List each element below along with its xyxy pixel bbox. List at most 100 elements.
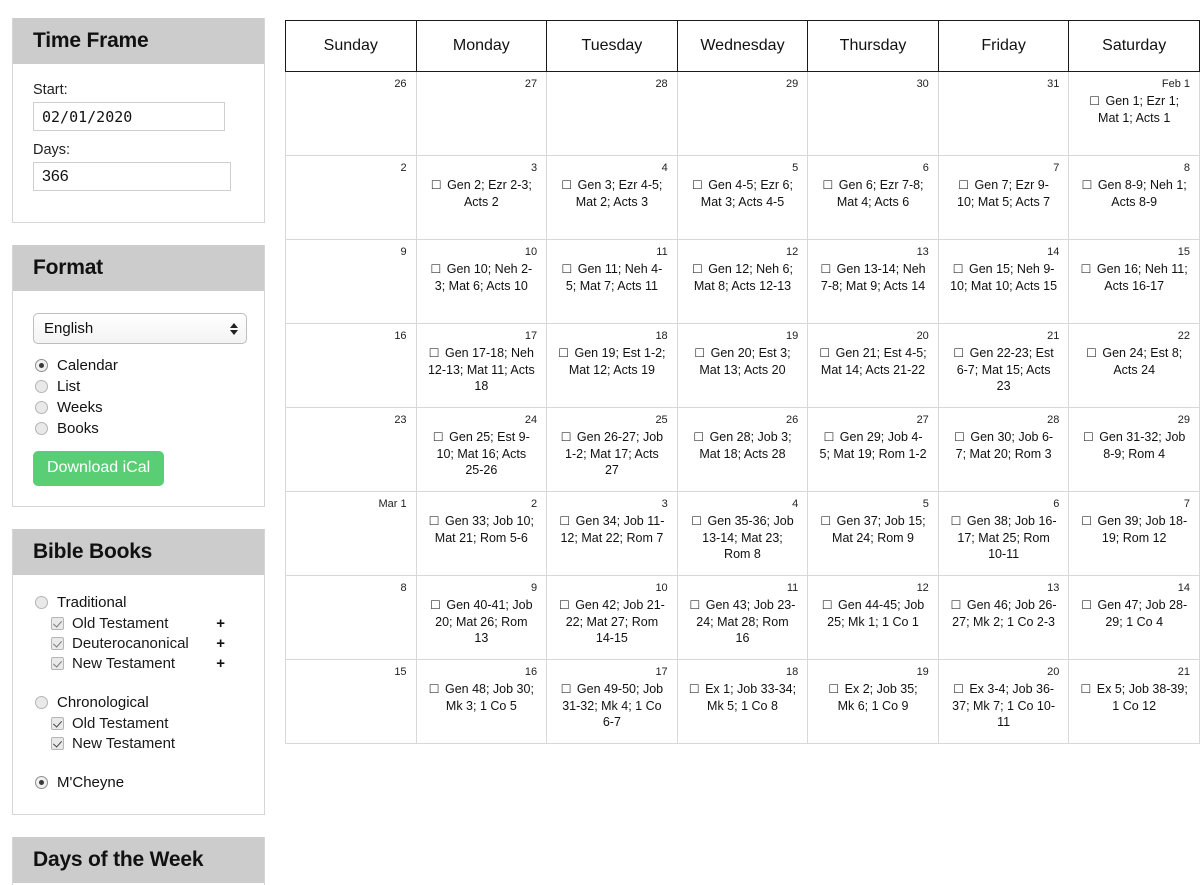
calendar-day-cell[interactable]: 27 ☐ Gen 29; Job 4-5; Mat 19; Rom 1-2 [807, 407, 939, 492]
reading-checkbox-icon[interactable]: ☐ [692, 262, 703, 276]
reading-checkbox-icon[interactable]: ☐ [820, 514, 831, 528]
reading-checkbox-icon[interactable]: ☐ [824, 430, 835, 444]
reading-checkbox-icon[interactable]: ☐ [562, 262, 573, 276]
reading-checkbox-icon[interactable]: ☐ [693, 430, 704, 444]
calendar-day-cell[interactable]: 31 [937, 71, 1070, 156]
calendar-day-cell[interactable]: 25 ☐ Gen 26-27; Job 1-2; Mat 17; Acts 27 [546, 407, 678, 492]
format-option-calendar[interactable]: Calendar [33, 356, 244, 375]
calendar-day-cell[interactable]: 11 ☐ Gen 43; Job 23-24; Mat 28; Rom 16 [676, 575, 809, 660]
calendar-day-cell[interactable]: 3 ☐ Gen 34; Job 11-12; Mat 22; Rom 7 [546, 491, 678, 576]
calendar-day-cell[interactable]: 16 ☐ Gen 48; Job 30; Mk 3; 1 Co 5 [415, 659, 548, 744]
calendar-day-cell[interactable]: 29 [676, 71, 809, 156]
download-ical-button[interactable]: Download iCal [33, 451, 165, 487]
reading-checkbox-icon[interactable]: ☐ [1081, 682, 1092, 696]
checkbox-row-traditional-nt[interactable]: New Testament + [33, 654, 243, 673]
radio-mcheyne[interactable]: M'Cheyne [33, 773, 244, 792]
reading-checkbox-icon[interactable]: ☐ [1083, 430, 1094, 444]
reading-checkbox-icon[interactable]: ☐ [561, 430, 572, 444]
calendar-day-cell[interactable]: 19 ☐ Gen 20; Est 3; Mat 13; Acts 20 [676, 323, 809, 408]
reading-checkbox-icon[interactable]: ☐ [819, 346, 830, 360]
checkbox-row-chronological-nt[interactable]: New Testament [33, 734, 243, 753]
calendar-day-cell[interactable]: 20 ☐ Gen 21; Est 4-5; Mat 14; Acts 21-22 [807, 323, 939, 408]
reading-checkbox-icon[interactable]: ☐ [559, 514, 570, 528]
format-option-weeks[interactable]: Weeks [33, 398, 244, 417]
reading-checkbox-icon[interactable]: ☐ [953, 682, 964, 696]
calendar-day-cell[interactable]: 13 ☐ Gen 46; Job 26-27; Mk 2; 1 Co 2-3 [937, 575, 1070, 660]
reading-checkbox-icon[interactable]: ☐ [430, 262, 441, 276]
calendar-day-cell[interactable]: 13 ☐ Gen 13-14; Neh 7-8; Mat 9; Acts 14 [807, 239, 939, 324]
calendar-day-cell[interactable]: 28 ☐ Gen 30; Job 6-7; Mat 20; Rom 3 [937, 407, 1070, 492]
reading-checkbox-icon[interactable]: ☐ [561, 682, 572, 696]
reading-checkbox-icon[interactable]: ☐ [692, 178, 703, 192]
calendar-day-cell[interactable]: 24 ☐ Gen 25; Est 9-10; Mat 16; Acts 25-26 [415, 407, 548, 492]
reading-checkbox-icon[interactable]: ☐ [951, 598, 962, 612]
calendar-day-cell[interactable]: 14 ☐ Gen 15; Neh 9-10; Mat 10; Acts 15 [937, 239, 1070, 324]
reading-checkbox-icon[interactable]: ☐ [953, 346, 964, 360]
checkbox-row-chronological-ot[interactable]: Old Testament [33, 714, 243, 733]
calendar-day-cell[interactable]: 23 [285, 407, 417, 492]
reading-checkbox-icon[interactable]: ☐ [1082, 178, 1093, 192]
calendar-day-cell[interactable]: 3 ☐ Gen 2; Ezr 2-3; Acts 2 [415, 155, 548, 240]
calendar-day-cell[interactable]: 10 ☐ Gen 42; Job 21-22; Mat 27; Rom 14-15 [546, 575, 678, 660]
reading-checkbox-icon[interactable]: ☐ [694, 346, 705, 360]
reading-checkbox-icon[interactable]: ☐ [431, 178, 442, 192]
reading-checkbox-icon[interactable]: ☐ [429, 346, 440, 360]
calendar-day-cell[interactable]: 7 ☐ Gen 7; Ezr 9-10; Mat 5; Acts 7 [937, 155, 1070, 240]
calendar-day-cell[interactable]: 14 ☐ Gen 47; Job 28-29; 1 Co 4 [1068, 575, 1200, 660]
reading-checkbox-icon[interactable]: ☐ [1081, 262, 1092, 276]
calendar-day-cell[interactable]: 5 ☐ Gen 4-5; Ezr 6; Mat 3; Acts 4-5 [676, 155, 809, 240]
calendar-day-cell[interactable]: 15 [285, 659, 417, 744]
reading-checkbox-icon[interactable]: ☐ [828, 682, 839, 696]
reading-checkbox-icon[interactable]: ☐ [433, 430, 444, 444]
calendar-day-cell[interactable]: 2 ☐ Gen 33; Job 10; Mat 21; Rom 5-6 [415, 491, 548, 576]
start-date-input[interactable] [33, 102, 225, 132]
calendar-day-cell[interactable]: 15 ☐ Gen 16; Neh 11; Acts 16-17 [1068, 239, 1200, 324]
calendar-day-cell[interactable]: 16 [285, 323, 417, 408]
calendar-day-cell[interactable]: 17 ☐ Gen 49-50; Job 31-32; Mk 4; 1 Co 6-7 [546, 659, 678, 744]
calendar-day-cell[interactable]: 30 [807, 71, 939, 156]
calendar-day-cell[interactable]: 10 ☐ Gen 10; Neh 2-3; Mat 6; Acts 10 [415, 239, 548, 324]
calendar-day-cell[interactable]: 20 ☐ Ex 3-4; Job 36-37; Mk 7; 1 Co 10-11 [937, 659, 1070, 744]
reading-checkbox-icon[interactable]: ☐ [559, 598, 570, 612]
reading-checkbox-icon[interactable]: ☐ [820, 262, 831, 276]
calendar-day-cell[interactable]: 8 ☐ Gen 8-9; Neh 1; Acts 8-9 [1068, 155, 1200, 240]
calendar-day-cell[interactable]: 17 ☐ Gen 17-18; Neh 12-13; Mat 11; Acts 1… [415, 323, 548, 408]
reading-checkbox-icon[interactable]: ☐ [429, 514, 440, 528]
reading-checkbox-icon[interactable]: ☐ [430, 598, 441, 612]
expand-plus-icon[interactable]: + [216, 614, 243, 633]
calendar-day-cell[interactable]: Feb 1 ☐ Gen 1; Ezr 1; Mat 1; Acts 1 [1068, 71, 1200, 156]
radio-traditional[interactable]: Traditional [33, 593, 244, 612]
reading-checkbox-icon[interactable]: ☐ [691, 514, 702, 528]
calendar-day-cell[interactable]: 2 [285, 155, 417, 240]
expand-plus-icon[interactable]: + [216, 634, 243, 653]
reading-checkbox-icon[interactable]: ☐ [954, 430, 965, 444]
reading-checkbox-icon[interactable]: ☐ [958, 178, 969, 192]
reading-checkbox-icon[interactable]: ☐ [953, 262, 964, 276]
language-select[interactable]: English [33, 313, 247, 345]
calendar-day-cell[interactable]: 12 ☐ Gen 12; Neh 6; Mat 8; Acts 12-13 [676, 239, 809, 324]
calendar-day-cell[interactable]: 27 [415, 71, 548, 156]
reading-checkbox-icon[interactable]: ☐ [561, 178, 572, 192]
calendar-day-cell[interactable]: 9 [285, 239, 417, 324]
calendar-day-cell[interactable]: 21 ☐ Gen 22-23; Est 6-7; Mat 15; Acts 23 [937, 323, 1070, 408]
days-input[interactable] [33, 162, 231, 192]
reading-checkbox-icon[interactable]: ☐ [429, 682, 440, 696]
reading-checkbox-icon[interactable]: ☐ [690, 598, 701, 612]
calendar-day-cell[interactable]: 29 ☐ Gen 31-32; Job 8-9; Rom 4 [1068, 407, 1200, 492]
reading-checkbox-icon[interactable]: ☐ [558, 346, 569, 360]
calendar-day-cell[interactable]: 18 ☐ Gen 19; Est 1-2; Mat 12; Acts 19 [546, 323, 678, 408]
reading-checkbox-icon[interactable]: ☐ [1086, 346, 1097, 360]
calendar-day-cell[interactable]: Mar 1 [285, 491, 417, 576]
reading-checkbox-icon[interactable]: ☐ [951, 514, 962, 528]
radio-chronological[interactable]: Chronological [33, 693, 244, 712]
format-option-books[interactable]: Books [33, 419, 244, 438]
calendar-day-cell[interactable]: 26 ☐ Gen 28; Job 3; Mat 18; Acts 28 [676, 407, 809, 492]
calendar-day-cell[interactable]: 4 ☐ Gen 3; Ezr 4-5; Mat 2; Acts 3 [546, 155, 678, 240]
calendar-day-cell[interactable]: 28 [546, 71, 678, 156]
calendar-day-cell[interactable]: 22 ☐ Gen 24; Est 8; Acts 24 [1068, 323, 1200, 408]
calendar-day-cell[interactable]: 11 ☐ Gen 11; Neh 4-5; Mat 7; Acts 11 [546, 239, 678, 324]
calendar-day-cell[interactable]: 5 ☐ Gen 37; Job 15; Mat 24; Rom 9 [807, 491, 939, 576]
calendar-day-cell[interactable]: 7 ☐ Gen 39; Job 18-19; Rom 12 [1068, 491, 1200, 576]
format-option-list[interactable]: List [33, 377, 244, 396]
reading-checkbox-icon[interactable]: ☐ [1081, 514, 1092, 528]
